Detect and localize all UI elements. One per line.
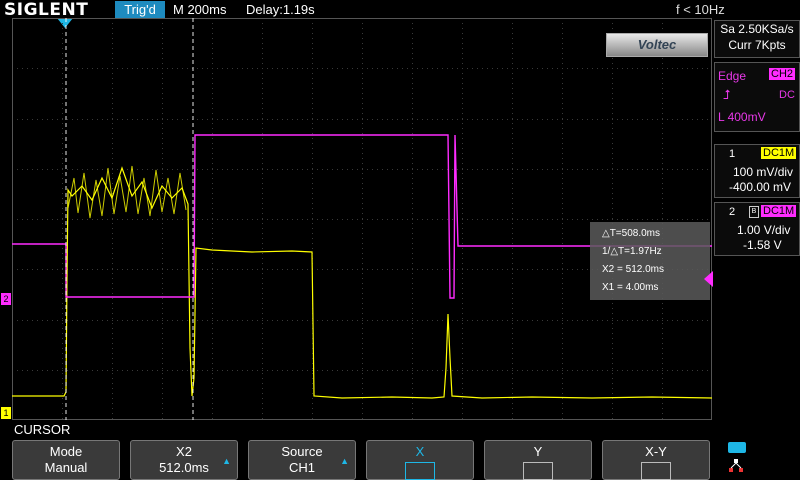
voltec-watermark-logo: Voltec [606,33,708,57]
xy-label: X-Y [645,444,667,459]
inverse-delta-t-value: 1/△T=1.97Hz [602,246,662,257]
trigger-source-badge: CH2 [769,68,796,80]
ch2-coupling-badge: DC1M [761,205,797,217]
ch2-offset: -1.58 V [743,238,782,252]
ch1-scale: 100 mV/div [733,165,794,179]
ch1-coupling-badge: DC1M [761,147,797,159]
mode-value: Manual [44,460,88,475]
ch1-offset: -400.00 mV [729,180,792,194]
trigger-type-label: Edge [718,69,747,83]
frequency-counter: f < 10Hz [676,2,725,17]
x2-softkey[interactable]: X2 512.0ms ▲ [130,440,238,480]
trigger-status-badge: Trig'd [115,1,165,19]
waveform-display[interactable] [12,18,712,420]
acquisition-info: Sa 2.50KSa/s Curr 7Kpts [714,20,800,58]
adjust-arrow-icon: ▲ [340,456,349,466]
brand-logo: SIGLENT [4,0,89,20]
xy-cursor-icon [641,462,671,480]
x2-value: X2 = 512.0ms [602,264,664,275]
bandwidth-limit-icon: B [749,206,759,218]
ch2-level-marker[interactable]: 2 [1,293,11,305]
ch1-info-panel[interactable]: 1 DC1M 100 mV/div -400.00 mV [714,144,800,198]
ch2-info-panel[interactable]: 2 B DC1M 1.00 V/div -1.58 V [714,202,800,256]
delay-label[interactable]: Delay:1.19s [246,2,315,17]
timebase-label[interactable]: M 200ms [173,2,226,17]
xy-cursor-softkey[interactable]: X-Y [602,440,710,480]
y-label: Y [533,444,543,459]
menu-title: CURSOR [14,422,71,437]
x1-value: X1 = 4.00ms [602,282,659,293]
ch2-scale: 1.00 V/div [737,223,791,237]
ch2-number: 2 [729,206,736,218]
mode-label: Mode [49,444,83,459]
mode-softkey[interactable]: Mode Manual [12,440,120,480]
cursor-readout: △T=508.0ms 1/△T=1.97Hz X2 = 512.0ms X1 =… [590,222,710,300]
trigger-coupling-label: DC [779,89,795,101]
rising-edge-icon: ⮥ [723,87,731,102]
waveform-svg [12,18,712,420]
y-cursor-icon [523,462,553,480]
adjust-arrow-icon: ▲ [222,456,231,466]
sample-rate-label: Sa 2.50KSa/s [720,22,794,36]
delta-t-value: △T=508.0ms [602,228,660,239]
memory-depth-label: Curr 7Kpts [728,38,786,52]
ch1-level-marker[interactable]: 1 [1,407,11,419]
source-softkey[interactable]: Source CH1 ▲ [248,440,356,480]
cursor-readout-arrow-icon [704,271,713,287]
graticule-grid [12,18,712,420]
x-cursor-icon [405,462,435,480]
ch1-number: 1 [729,148,736,160]
trigger-info-panel[interactable]: Edge CH2 ⮥ DC L 400mV [714,62,800,132]
network-icon [728,458,744,474]
y-cursor-softkey[interactable]: Y [484,440,592,480]
x-label: X [415,444,425,459]
trigger-level-label: L 400mV [718,110,766,124]
battery-icon [728,442,746,453]
x-cursor-softkey[interactable]: X [366,440,474,480]
